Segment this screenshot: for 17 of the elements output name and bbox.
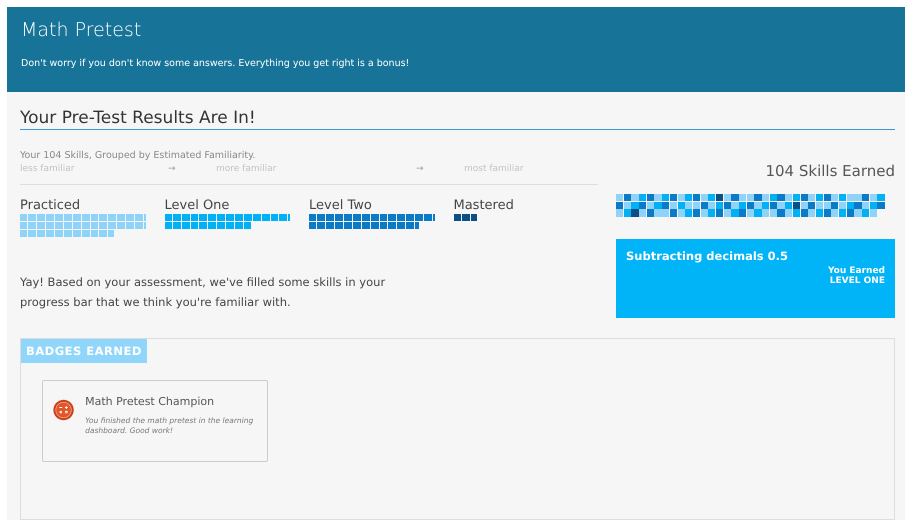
group-label: Level One: [164, 198, 230, 213]
skills-earned: 104 Skills Earned: [764, 162, 895, 180]
arrow-icon: →: [416, 164, 464, 174]
group-label: Level Two: [309, 198, 373, 213]
results-heading: Your Pre-Test Results Are In!: [20, 108, 895, 130]
skill-name: Subtracting decimals 0.5: [626, 248, 790, 263]
assessment-message: Yay! Based on your assessment, we've filled some skills in your progress bar that we think you're familiar with.: [20, 274, 386, 311]
skills-caption: Your 104 Skills, Grouped by Estimated Familiarity.: [20, 150, 256, 161]
badges-title: BADGES EARNED: [21, 338, 147, 363]
page-subtitle: Don't worry if you don't know some answers. Everything you get right is a bonus!: [21, 58, 410, 69]
earned-label: You Earned: [826, 266, 885, 276]
earned-level: LEVEL ONE: [828, 276, 885, 286]
page-title: Math Pretest: [21, 18, 142, 41]
badge-name: Math Pretest Champion: [85, 394, 216, 408]
group-label: Mastered: [454, 198, 515, 213]
arrow-icon: →: [168, 164, 216, 174]
group-label: Practiced: [20, 198, 82, 213]
